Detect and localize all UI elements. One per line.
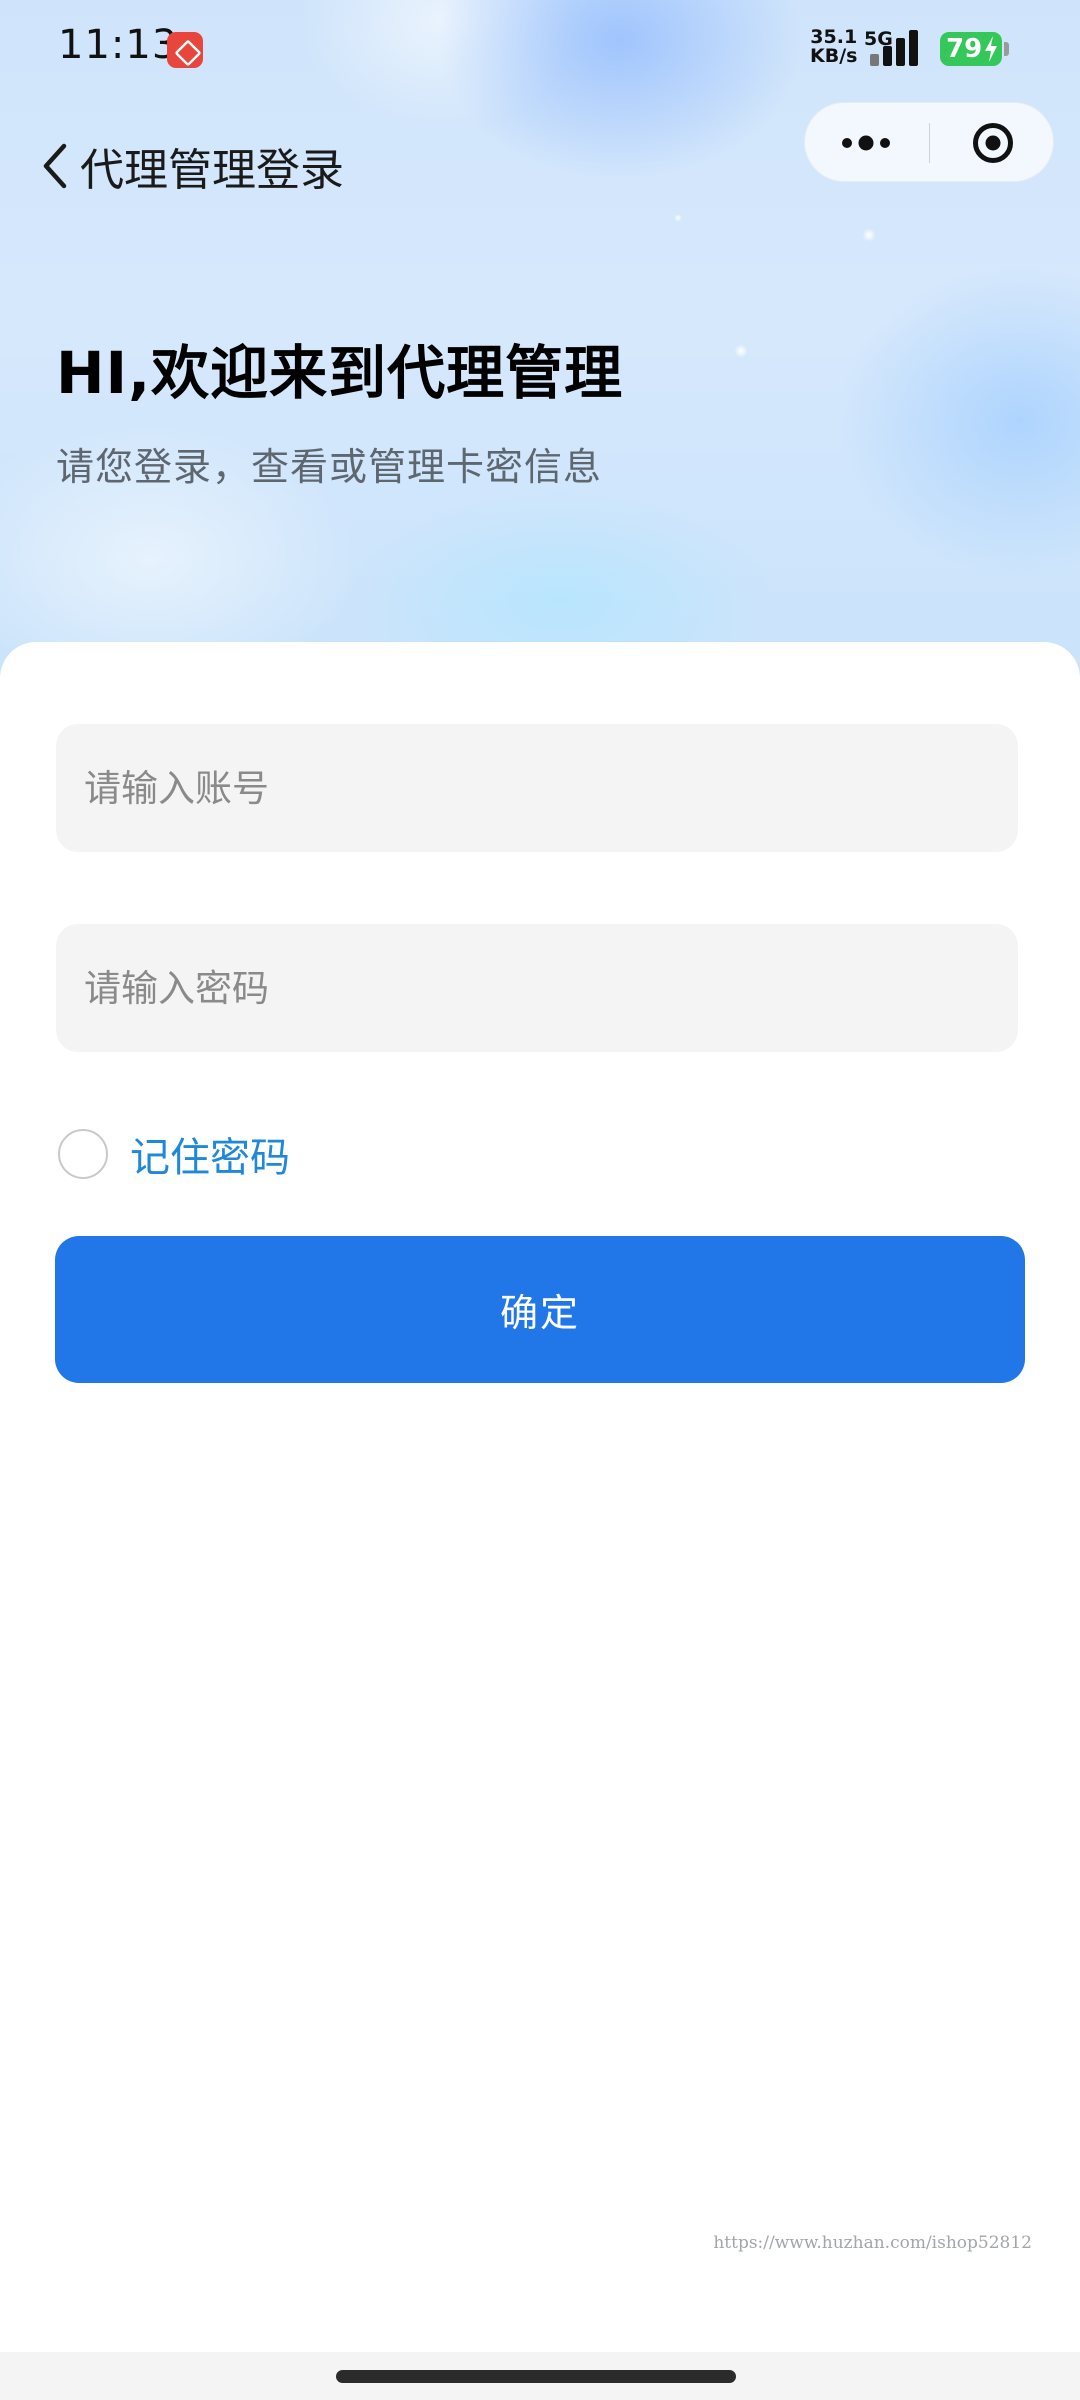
remember-password-label[interactable]: 记住密码 [130,1125,290,1183]
battery-level: 79 [946,34,983,64]
red-app-notification-icon [167,32,203,68]
target-circle-icon[interactable] [972,122,1014,164]
chevron-left-icon[interactable] [36,140,76,192]
capsule-divider [929,123,930,163]
battery-tip [1004,42,1009,56]
home-indicator[interactable] [336,2370,736,2383]
confirm-button[interactable]: 确定 [55,1236,1025,1383]
signal-icon [870,30,926,66]
account-input[interactable] [56,724,1018,852]
charging-bolt-icon [985,36,997,62]
sparkle-decoration [674,214,682,222]
welcome-subtitle: 请您登录，查看或管理卡密信息 [56,445,603,489]
sparkle-decoration [862,228,876,242]
mini-program-capsule [804,102,1054,182]
sparkle-decoration [734,344,748,358]
page-title: 代理管理登录 [80,145,344,196]
watermark-url: https://www.huzhan.com/ishop52812 [713,2233,1032,2253]
remember-radio[interactable] [58,1129,108,1179]
welcome-headline: HI,欢迎来到代理管理 [56,339,624,407]
network-speed: 35.1 KB/s [810,28,857,66]
more-dots-icon[interactable] [841,131,895,155]
status-time: 11:13 [58,22,179,68]
login-card [0,642,1080,2352]
password-input[interactable] [56,924,1018,1052]
network-speed-unit: KB/s [810,45,858,67]
remember-password-toggle[interactable]: 记住密码 [58,1125,290,1183]
